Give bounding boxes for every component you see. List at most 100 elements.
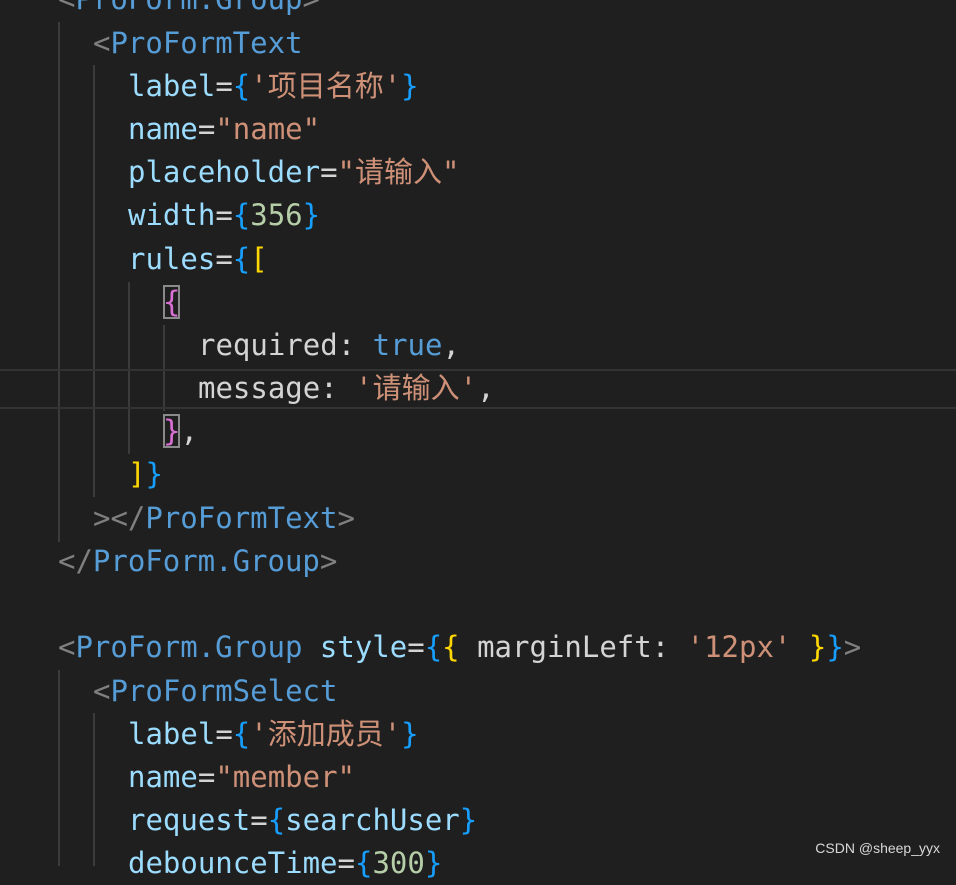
code-token: {	[267, 803, 286, 837]
code-token: :	[320, 371, 356, 405]
code-line[interactable]: debounceTime={300}	[128, 842, 442, 885]
code-token: ProFormText	[145, 501, 338, 535]
code-token: 356	[250, 198, 303, 232]
code-line[interactable]: placeholder="请输入"	[128, 151, 459, 194]
code-token: >	[843, 630, 862, 664]
code-line[interactable]: label={'添加成员'}	[128, 713, 419, 756]
code-line[interactable]: name="member"	[128, 756, 355, 799]
code-token: >	[337, 501, 355, 535]
code-token: <	[58, 0, 75, 16]
code-line[interactable]: message: '请输入',	[198, 367, 495, 410]
code-line[interactable]: name="name"	[128, 108, 320, 151]
code-line[interactable]: <ProForm.Group style={{ marginLeft: '12p…	[58, 626, 861, 669]
code-line[interactable]: },	[163, 410, 198, 453]
code-token: '项目名称'	[250, 69, 402, 103]
code-token: }	[401, 69, 419, 103]
code-token: {	[354, 846, 373, 880]
code-token: =	[215, 242, 233, 276]
code-token: }	[808, 630, 827, 664]
code-token: {	[232, 69, 251, 103]
code-token: "请输入"	[337, 155, 460, 189]
code-line[interactable]: required: true,	[198, 324, 460, 367]
code-token: label	[128, 69, 216, 103]
code-token: {	[442, 630, 460, 664]
code-token: [	[250, 242, 268, 276]
code-token: '12px'	[686, 630, 792, 664]
code-token: =	[215, 69, 233, 103]
code-token: </	[58, 544, 93, 578]
code-token: marginLeft	[459, 630, 652, 664]
code-line[interactable]: </ProForm.Group>	[58, 540, 337, 583]
code-token: =	[337, 846, 355, 880]
code-token: rules	[128, 242, 216, 276]
code-token: ProForm.Group	[92, 544, 320, 578]
code-token: }	[302, 198, 321, 232]
code-token: ,	[442, 328, 460, 362]
code-line[interactable]: {	[163, 281, 181, 324]
code-token: true	[372, 328, 443, 362]
code-token: required	[198, 328, 338, 362]
code-token: =	[215, 717, 233, 751]
indent-guide	[58, 670, 60, 866]
code-token: }	[163, 414, 181, 448]
code-token: =	[407, 630, 425, 664]
code-token: =	[320, 155, 338, 189]
code-token: }	[459, 803, 478, 837]
indent-guide	[93, 713, 95, 866]
code-token: ProFormSelect	[110, 674, 338, 708]
code-token: searchUser	[285, 803, 460, 837]
code-editor[interactable]: <ProForm.Group> <ProFormText label={'项目名…	[0, 0, 956, 880]
indent-guide	[128, 282, 130, 454]
code-token: }	[424, 846, 443, 880]
code-token: 300	[372, 846, 425, 880]
code-token: debounceTime	[128, 846, 338, 880]
code-token: }	[145, 457, 163, 491]
code-token: =	[197, 112, 216, 146]
code-token: '请输入'	[355, 371, 478, 405]
code-token: "name"	[215, 112, 321, 146]
code-token: >	[302, 0, 319, 16]
code-token: message	[198, 371, 321, 405]
code-token: <	[93, 26, 111, 60]
code-line[interactable]: width={356}	[128, 194, 320, 237]
code-token: :	[337, 328, 373, 362]
code-token: ProForm.Group	[75, 630, 303, 664]
watermark-text: CSDN @sheep_yyx	[815, 840, 940, 856]
code-line[interactable]: <ProForm.Group>	[58, 0, 320, 21]
code-token: ProForm.Group	[75, 0, 302, 16]
code-line[interactable]: <ProFormSelect	[93, 670, 337, 713]
code-line[interactable]: label={'项目名称'}	[128, 65, 419, 108]
code-line[interactable]: rules={[	[128, 238, 268, 281]
code-token: name	[128, 112, 198, 146]
code-token: ></	[93, 501, 146, 535]
code-token: {	[424, 630, 443, 664]
code-token: '添加成员'	[250, 717, 402, 751]
code-token: {	[232, 198, 251, 232]
code-token: =	[215, 198, 233, 232]
code-token: label	[128, 717, 216, 751]
code-token: width	[128, 198, 216, 232]
code-token: ,	[477, 371, 495, 405]
code-token: ProFormText	[110, 26, 303, 60]
code-token: }	[401, 717, 419, 751]
code-token: "member"	[215, 760, 355, 794]
code-token: name	[128, 760, 198, 794]
code-line[interactable]: ></ProFormText>	[93, 497, 355, 540]
code-token: <	[58, 630, 76, 664]
code-token: :	[651, 630, 687, 664]
code-line[interactable]: <ProFormText	[93, 22, 303, 65]
code-token: style	[319, 630, 408, 664]
code-line[interactable]: ]}	[128, 453, 163, 496]
code-token: request	[128, 803, 251, 837]
indent-guide	[93, 65, 95, 497]
code-token: <	[93, 674, 111, 708]
code-token: placeholder	[128, 155, 321, 189]
code-token: {	[232, 242, 251, 276]
code-token: ,	[180, 414, 198, 448]
code-line[interactable]: request={searchUser}	[128, 799, 477, 842]
code-token: }	[826, 630, 844, 664]
code-token: >	[319, 544, 338, 578]
code-token: =	[197, 760, 216, 794]
